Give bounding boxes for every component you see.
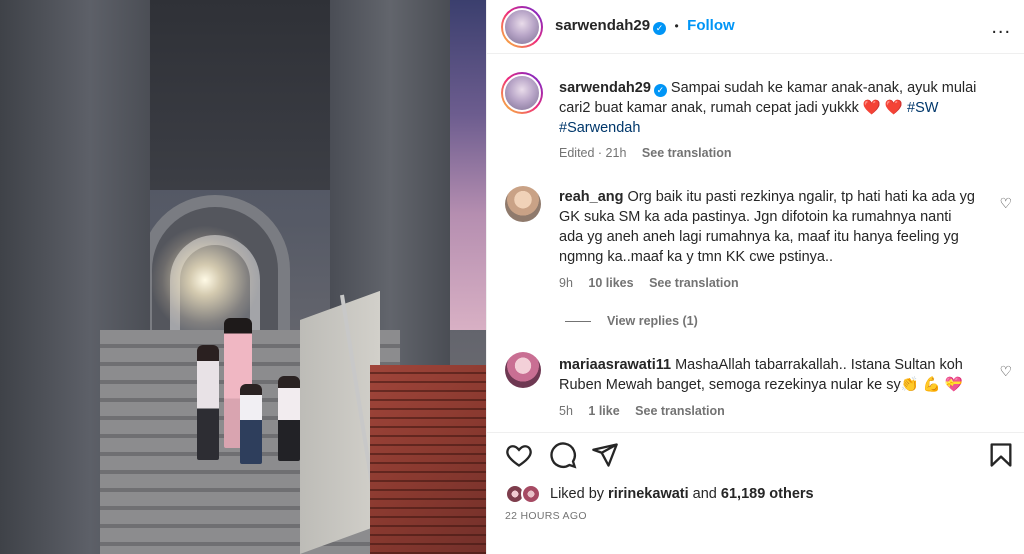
likes-prefix: Liked by — [550, 486, 605, 502]
commenter-avatar[interactable] — [505, 186, 541, 222]
liker-username[interactable]: ririnekawati — [608, 486, 689, 502]
post-timestamp: 22 HOURS AGO — [505, 510, 587, 522]
header-author: sarwendah29 ✓ • Follow — [555, 17, 735, 35]
caption-username[interactable]: sarwendah29 — [559, 80, 651, 96]
hashtag-link[interactable]: #SW — [907, 100, 938, 116]
see-translation-button[interactable]: See translation — [635, 404, 725, 418]
likes-and: and — [692, 486, 717, 502]
likes-summary: Liked by ririnekawati and 61,189 others — [550, 486, 814, 502]
caption-text: sarwendah29 ✓ Sampai sudah ke kamar anak-… — [559, 78, 999, 138]
caption-edited: Edited · 21h — [559, 146, 627, 160]
photo-person-1 — [197, 345, 219, 460]
post-side-panel: sarwendah29 ✓ • Follow ... sarwendah29 ✓ S… — [486, 0, 1024, 554]
view-replies-label[interactable]: View replies (1) — [607, 314, 698, 328]
post-actions-bar — [487, 432, 1024, 472]
header-username[interactable]: sarwendah29 — [555, 17, 650, 34]
comment-meta: 5h 1 like See translation — [559, 404, 725, 418]
comment-icon[interactable] — [549, 441, 577, 469]
hashtag-link[interactable]: #Sarwendah — [559, 120, 640, 136]
share-icon[interactable] — [591, 441, 619, 469]
comment-likes[interactable]: 1 like — [588, 404, 619, 418]
likes-count-button[interactable]: 61,189 others — [721, 486, 814, 502]
post-photo[interactable] — [0, 0, 486, 554]
photo-person-3 — [240, 384, 262, 464]
caption-meta: Edited · 21h See translation — [559, 146, 732, 160]
caption-avatar[interactable] — [501, 72, 543, 114]
more-icon[interactable]: ... — [991, 16, 1011, 39]
header-separator: • — [674, 19, 679, 33]
bookmark-icon[interactable] — [987, 441, 1015, 469]
view-replies-button[interactable]: View replies (1) — [565, 314, 698, 328]
see-translation-button[interactable]: See translation — [649, 276, 739, 290]
comment-time: 5h — [559, 404, 573, 418]
photo-ceiling — [140, 0, 340, 190]
comment-text: mariaasrawati11 MashaAllah tabarrakallah… — [559, 355, 979, 395]
comment-username[interactable]: mariaasrawati11 — [559, 357, 671, 373]
verified-icon: ✓ — [653, 22, 667, 35]
comment-meta: 9h 10 likes See translation — [559, 276, 739, 290]
follow-button[interactable]: Follow — [687, 17, 735, 34]
commenter-avatar[interactable] — [505, 352, 541, 388]
comment-like-icon[interactable]: ♡ — [999, 363, 1012, 380]
comment-likes[interactable]: 10 likes — [588, 276, 633, 290]
comment-username[interactable]: reah_ang — [559, 189, 623, 205]
heart-icon[interactable] — [505, 441, 533, 469]
liker-avatar[interactable] — [521, 484, 541, 504]
see-translation-button[interactable]: See translation — [642, 146, 732, 160]
photo-person-4 — [278, 376, 300, 461]
post-header: sarwendah29 ✓ • Follow ... — [487, 0, 1024, 54]
author-avatar[interactable] — [501, 6, 543, 48]
verified-icon: ✓ — [653, 84, 667, 97]
photo-bricks — [370, 365, 486, 554]
replies-divider — [565, 321, 591, 323]
comment-text: reah_ang Org baik itu pasti rezkinya nga… — [559, 187, 979, 267]
photo-wall — [300, 290, 380, 554]
comment-time: 9h — [559, 276, 573, 290]
comment-like-icon[interactable]: ♡ — [999, 195, 1012, 212]
